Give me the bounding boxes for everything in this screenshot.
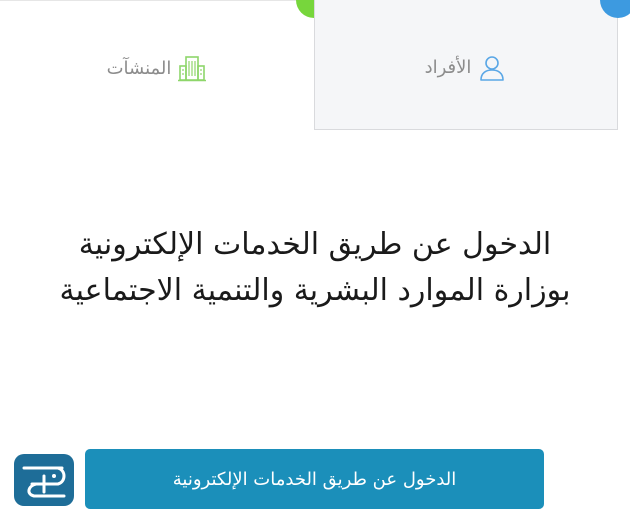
tab-organizations[interactable]: المنشآت (0, 0, 314, 130)
login-type-tabs: المنشآت الأفراد (0, 0, 630, 131)
tab-organizations-content: المنشآت (107, 54, 208, 84)
page-title: الدخول عن طريق الخدمات الإلكترونية بوزار… (59, 227, 571, 308)
site-logo-icon (14, 454, 74, 506)
tab-individuals-label: الأفراد (424, 57, 472, 78)
tab-individuals[interactable]: الأفراد (314, 0, 618, 130)
user-icon (480, 55, 505, 81)
tab-individuals-content: الأفراد (425, 53, 508, 83)
building-icon (178, 55, 207, 81)
eservices-login-button[interactable]: الدخول عن طريق الخدمات الإلكترونية (85, 449, 544, 509)
tab-organizations-label: المنشآت (106, 58, 172, 79)
